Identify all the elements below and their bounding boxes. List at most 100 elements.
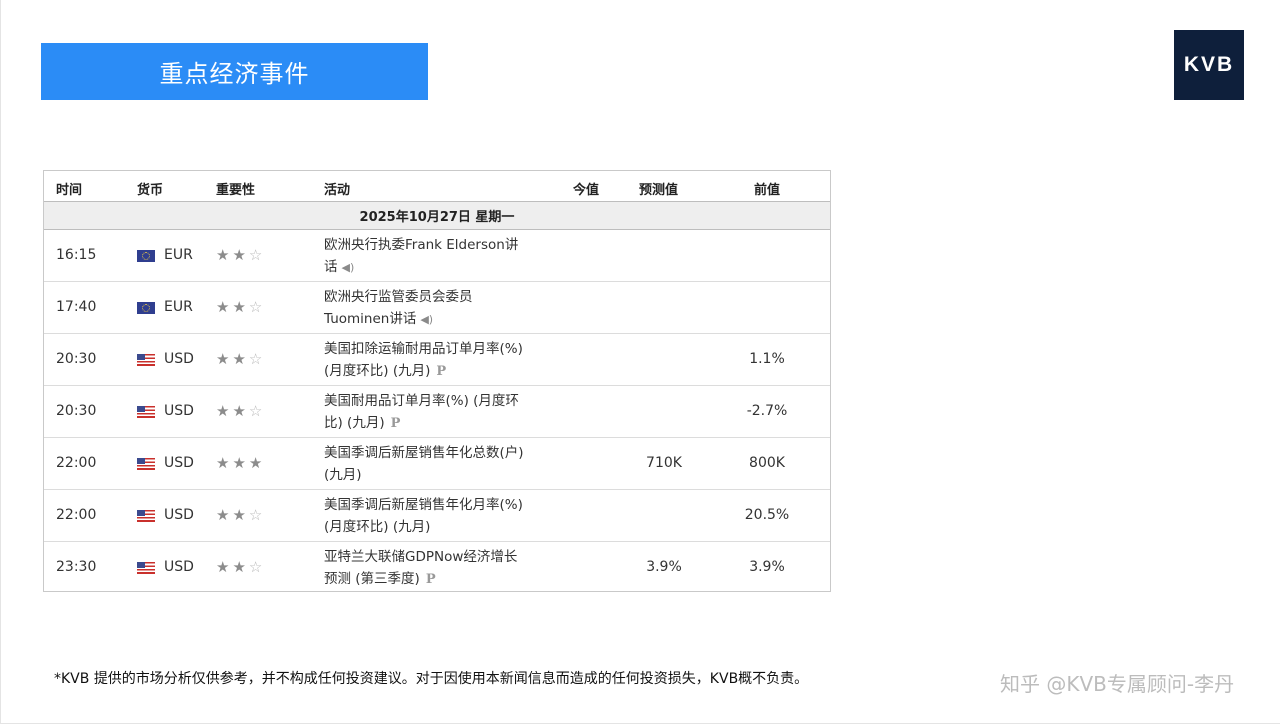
event-line-1: 欧洲央行监管委员会委员 <box>324 289 473 305</box>
star-filled-icon: ★ <box>232 246 249 264</box>
event-line-2-text: (九月) <box>324 467 362 483</box>
event-line-1: 欧洲央行执委Frank Elderson讲 <box>324 237 519 253</box>
table-row[interactable]: 16:15 EUR ★★☆ 欧洲央行执委Frank Elderson讲话 ◀) <box>44 230 830 282</box>
section-title-banner: 重点经济事件 <box>41 43 428 100</box>
event-rows: 16:15 EUR ★★☆ 欧洲央行执委Frank Elderson讲话 ◀) 17:40… <box>44 230 830 594</box>
event-currency: USD <box>164 403 194 419</box>
event-line-1: 美国季调后新屋销售年化总数(户) <box>324 445 524 461</box>
event-time: 22:00 <box>56 455 97 471</box>
event-description[interactable]: 美国扣除运输耐用品订单月率(%) (月度环比) (九月) P <box>324 338 554 383</box>
us-flag-icon <box>137 354 155 366</box>
speaker-icon[interactable]: ◀) <box>342 257 355 279</box>
event-description[interactable]: 欧洲央行监管委员会委员 Tuominen讲话 ◀) <box>324 286 554 331</box>
importance-stars: ★★☆ <box>216 402 265 420</box>
event-forecast: 3.9% <box>646 559 682 575</box>
event-line-2: (月度环比) (九月) <box>324 516 554 538</box>
event-time: 17:40 <box>56 299 97 315</box>
event-line-1: 亚特兰大联储GDPNow经济增长 <box>324 549 518 565</box>
importance-stars: ★★☆ <box>216 558 265 576</box>
event-description[interactable]: 亚特兰大联储GDPNow经济增长 预测 (第三季度) P <box>324 546 554 591</box>
economic-calendar-table: 时间 货币 重要性 活动 今值 预测值 前值 2025年10月27日 星期一 1… <box>43 170 831 592</box>
event-line-2-text: 预测 (第三季度) <box>324 571 420 587</box>
table-row[interactable]: 17:40 EUR ★★☆ 欧洲央行监管委员会委员 Tuominen讲话 ◀) <box>44 282 830 334</box>
star-filled-icon: ★ <box>216 558 233 576</box>
star-filled-icon: ★ <box>232 298 249 316</box>
disclaimer-text: *KVB 提供的市场分析仅供参考，并不构成任何投资建议。对于因使用本新闻信息而造… <box>54 671 809 687</box>
star-filled-icon: ★ <box>216 298 233 316</box>
star-filled-icon: ★ <box>216 454 233 472</box>
table-row[interactable]: 23:30 USD ★★☆ 亚特兰大联储GDPNow经济增长 预测 (第三季度) P 3.9… <box>44 542 830 594</box>
preliminary-icon[interactable]: P <box>391 413 401 435</box>
event-currency: USD <box>164 351 194 367</box>
star-empty-icon: ☆ <box>248 246 266 264</box>
importance-stars: ★★☆ <box>216 298 265 316</box>
preliminary-icon[interactable]: P <box>436 361 446 383</box>
star-empty-icon: ☆ <box>248 298 266 316</box>
us-flag-icon <box>137 510 155 522</box>
kvb-logo: KVB <box>1174 30 1244 100</box>
watermark-text: 知乎 @KVB专属顾问-李丹 <box>1000 672 1235 696</box>
event-line-2: (九月) <box>324 464 554 486</box>
event-line-1: 美国耐用品订单月率(%) (月度环 <box>324 393 519 409</box>
col-event-header: 活动 <box>324 183 351 198</box>
event-description[interactable]: 美国耐用品订单月率(%) (月度环 比) (九月) P <box>324 390 554 435</box>
event-line-2: Tuominen讲话 ◀) <box>324 308 554 331</box>
col-actual-header: 今值 <box>573 183 600 198</box>
event-line-1: 美国季调后新屋销售年化月率(%) <box>324 497 523 513</box>
star-filled-icon: ★ <box>232 402 249 420</box>
star-empty-icon: ☆ <box>248 506 266 524</box>
star-filled-icon: ★ <box>216 402 233 420</box>
event-line-2-text: (月度环比) (九月) <box>324 363 431 379</box>
importance-stars: ★★☆ <box>216 246 265 264</box>
importance-stars: ★★☆ <box>216 350 265 368</box>
event-forecast: 710K <box>646 455 682 471</box>
table-row[interactable]: 22:00 USD ★★★ 美国季调后新屋销售年化总数(户) (九月) 710K 800K <box>44 438 830 490</box>
event-line-1: 美国扣除运输耐用品订单月率(%) <box>324 341 523 357</box>
importance-stars: ★★☆ <box>216 506 265 524</box>
star-filled-icon: ★ <box>216 246 233 264</box>
table-header: 时间 货币 重要性 活动 今值 预测值 前值 <box>44 171 830 202</box>
col-time-header: 时间 <box>56 183 83 198</box>
star-empty-icon: ☆ <box>248 402 266 420</box>
date-group-row: 2025年10月27日 星期一 <box>44 202 830 230</box>
col-importance-header: 重要性 <box>216 183 256 198</box>
star-filled-icon: ★ <box>216 350 233 368</box>
event-time: 23:30 <box>56 559 97 575</box>
event-description[interactable]: 美国季调后新屋销售年化月率(%) (月度环比) (九月) <box>324 494 554 538</box>
col-forecast-header: 预测值 <box>639 183 679 198</box>
table-row[interactable]: 20:30 USD ★★☆ 美国耐用品订单月率(%) (月度环 比) (九月) P -2.7… <box>44 386 830 438</box>
event-line-2: 比) (九月) P <box>324 412 554 435</box>
us-flag-icon <box>137 562 155 574</box>
event-line-2-text: 比) (九月) <box>324 415 385 431</box>
kvb-logo-text: KVB <box>1183 53 1235 76</box>
event-currency: USD <box>164 559 194 575</box>
table-row[interactable]: 20:30 USD ★★☆ 美国扣除运输耐用品订单月率(%) (月度环比) (九月) P 1… <box>44 334 830 386</box>
star-empty-icon: ☆ <box>248 558 266 576</box>
preliminary-icon[interactable]: P <box>426 569 436 591</box>
col-currency-header: 货币 <box>137 183 164 198</box>
star-empty-icon: ☆ <box>248 350 266 368</box>
speaker-icon[interactable]: ◀) <box>420 309 433 331</box>
importance-stars: ★★★ <box>216 454 265 472</box>
event-description[interactable]: 欧洲央行执委Frank Elderson讲话 ◀) <box>324 234 554 279</box>
event-currency: USD <box>164 455 194 471</box>
event-line-2-text: 话 <box>324 259 338 275</box>
table-row[interactable]: 22:00 USD ★★☆ 美国季调后新屋销售年化月率(%) (月度环比) (九月) 20… <box>44 490 830 542</box>
event-time: 22:00 <box>56 507 97 523</box>
col-previous-header: 前值 <box>754 183 781 198</box>
event-previous: 800K <box>749 455 785 471</box>
star-filled-icon: ★ <box>248 454 266 472</box>
eu-flag-icon <box>137 250 155 262</box>
event-line-2-text: (月度环比) (九月) <box>324 519 431 535</box>
eu-flag-icon <box>137 302 155 314</box>
event-line-2-text: Tuominen讲话 <box>324 311 417 327</box>
date-label: 2025年10月27日 星期一 <box>359 210 515 225</box>
event-line-2: 话 ◀) <box>324 256 554 279</box>
event-currency: USD <box>164 507 194 523</box>
event-previous: -2.7% <box>746 403 788 419</box>
event-description[interactable]: 美国季调后新屋销售年化总数(户) (九月) <box>324 442 554 486</box>
star-filled-icon: ★ <box>232 558 249 576</box>
event-previous: 1.1% <box>749 351 785 367</box>
star-filled-icon: ★ <box>232 506 249 524</box>
us-flag-icon <box>137 458 155 470</box>
